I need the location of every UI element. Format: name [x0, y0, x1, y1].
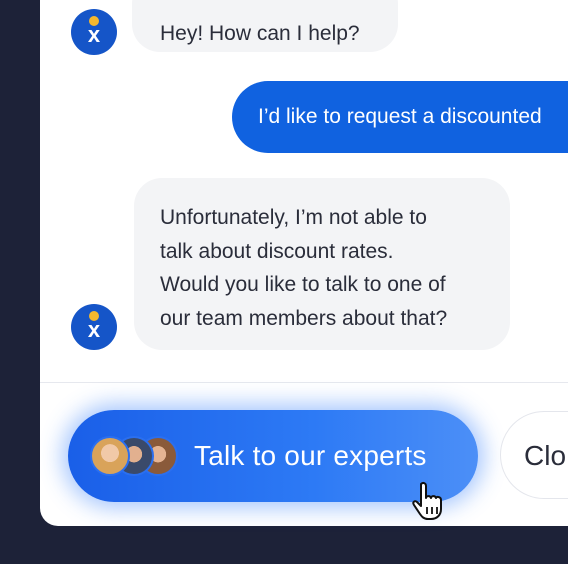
user-message: I’d like to request a discounted: [232, 81, 568, 153]
bot-message-text: Hey! How can I help?: [160, 22, 360, 45]
company-logo-icon: x: [71, 304, 117, 350]
expert-avatars: [90, 434, 182, 478]
bot-message: Hey! How can I help?: [132, 0, 398, 52]
hand-pointer-icon: [412, 481, 442, 520]
bot-message-line: Would you like to talk to one of: [160, 273, 446, 296]
logo-letter: x: [87, 22, 101, 47]
company-logo-icon: x: [71, 9, 117, 55]
expert-avatar-1: [90, 436, 130, 476]
composer-divider: [40, 382, 568, 383]
bot-message-line: Unfortunately, I’m not able to: [160, 206, 427, 229]
close-button-label: Clo: [524, 440, 567, 471]
bot-message-line: our team members about that?: [160, 306, 448, 330]
talk-to-experts-label: Talk to our experts: [194, 440, 427, 471]
logo-letter: x: [87, 317, 101, 342]
bot-message-line: talk about discount rates.: [160, 239, 394, 263]
user-message-text: I’d like to request a discounted: [258, 105, 542, 128]
bot-message: Unfortunately, I’m not able to talk abou…: [134, 178, 510, 350]
app-stage: Hey! How can I help? x I’d like to reque…: [0, 0, 568, 568]
